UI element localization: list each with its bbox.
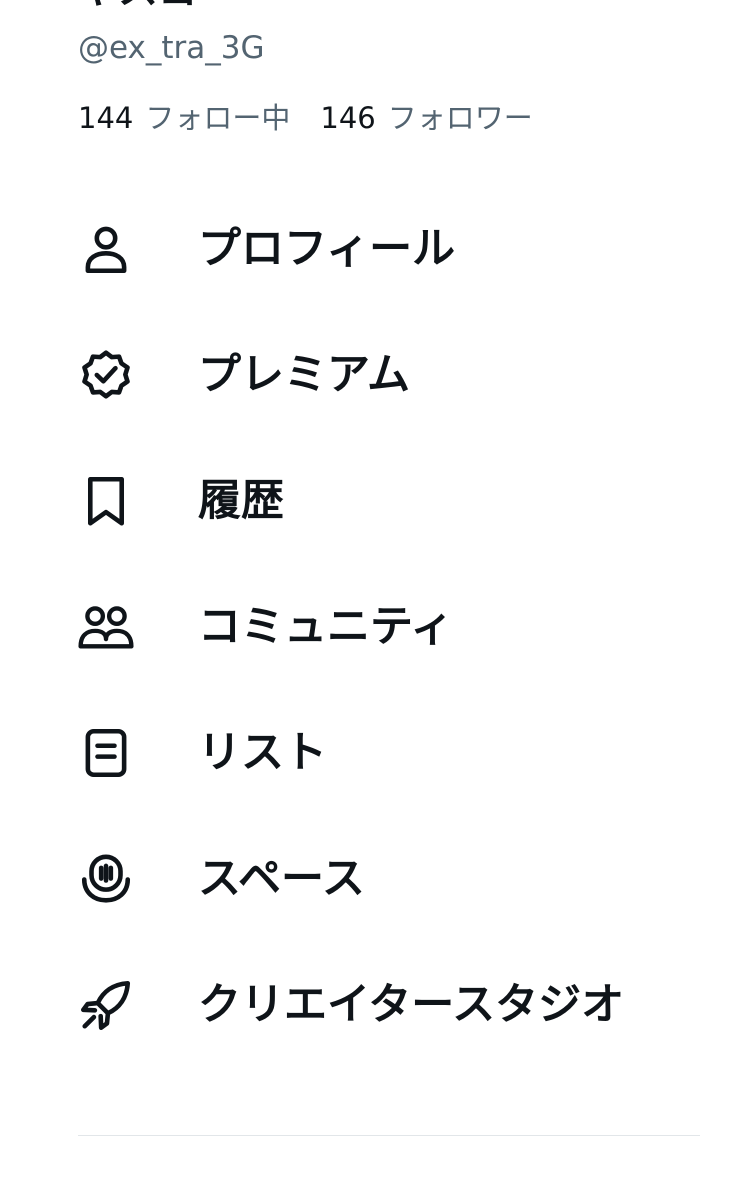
menu-item-lists[interactable]: リスト bbox=[0, 690, 740, 816]
menu-label-communities: コミュニティ bbox=[198, 602, 454, 652]
menu-label-spaces: スペース bbox=[198, 854, 365, 904]
profile-name: ヤスヨ bbox=[78, 0, 198, 10]
menu-item-profile[interactable]: プロフィール bbox=[0, 186, 740, 312]
menu-item-creator-studio[interactable]: クリエイタースタジオ bbox=[0, 942, 740, 1068]
followers-label: フォロワー bbox=[387, 101, 533, 135]
following-label: フォロー中 bbox=[145, 101, 291, 135]
menu-label-lists: リスト bbox=[198, 728, 327, 778]
menu-label-profile: プロフィール bbox=[198, 224, 456, 274]
menu-label-creator-studio: クリエイタースタジオ bbox=[198, 980, 625, 1030]
menu-item-spaces[interactable]: スペース bbox=[0, 816, 740, 942]
followers-link[interactable]: 146 フォロワー bbox=[320, 98, 562, 138]
list-icon bbox=[76, 723, 136, 783]
menu-item-communities[interactable]: コミュニティ bbox=[0, 564, 740, 690]
menu-divider bbox=[78, 1135, 700, 1136]
followers-count: 146 bbox=[320, 101, 376, 135]
menu-label-premium: プレミアム bbox=[198, 350, 410, 400]
follow-stats: 144 フォロー中 146 フォロワー bbox=[78, 98, 563, 138]
drawer-menu: プロフィール プレミアム 履歴 コミュニティ リスト スペース クリエイタースタ… bbox=[0, 186, 740, 1068]
person-icon bbox=[76, 219, 136, 279]
menu-item-history[interactable]: 履歴 bbox=[0, 438, 740, 564]
bookmark-icon bbox=[76, 471, 136, 531]
menu-label-history: 履歴 bbox=[198, 476, 284, 526]
menu-item-premium[interactable]: プレミアム bbox=[0, 312, 740, 438]
following-link[interactable]: 144 フォロー中 bbox=[78, 98, 320, 138]
verified-badge-icon bbox=[76, 345, 136, 405]
spaces-icon bbox=[76, 849, 136, 909]
profile-handle: @ex_tra_3G bbox=[78, 30, 265, 66]
following-count: 144 bbox=[78, 101, 134, 135]
rocket-icon bbox=[76, 975, 136, 1035]
people-icon bbox=[76, 597, 136, 657]
